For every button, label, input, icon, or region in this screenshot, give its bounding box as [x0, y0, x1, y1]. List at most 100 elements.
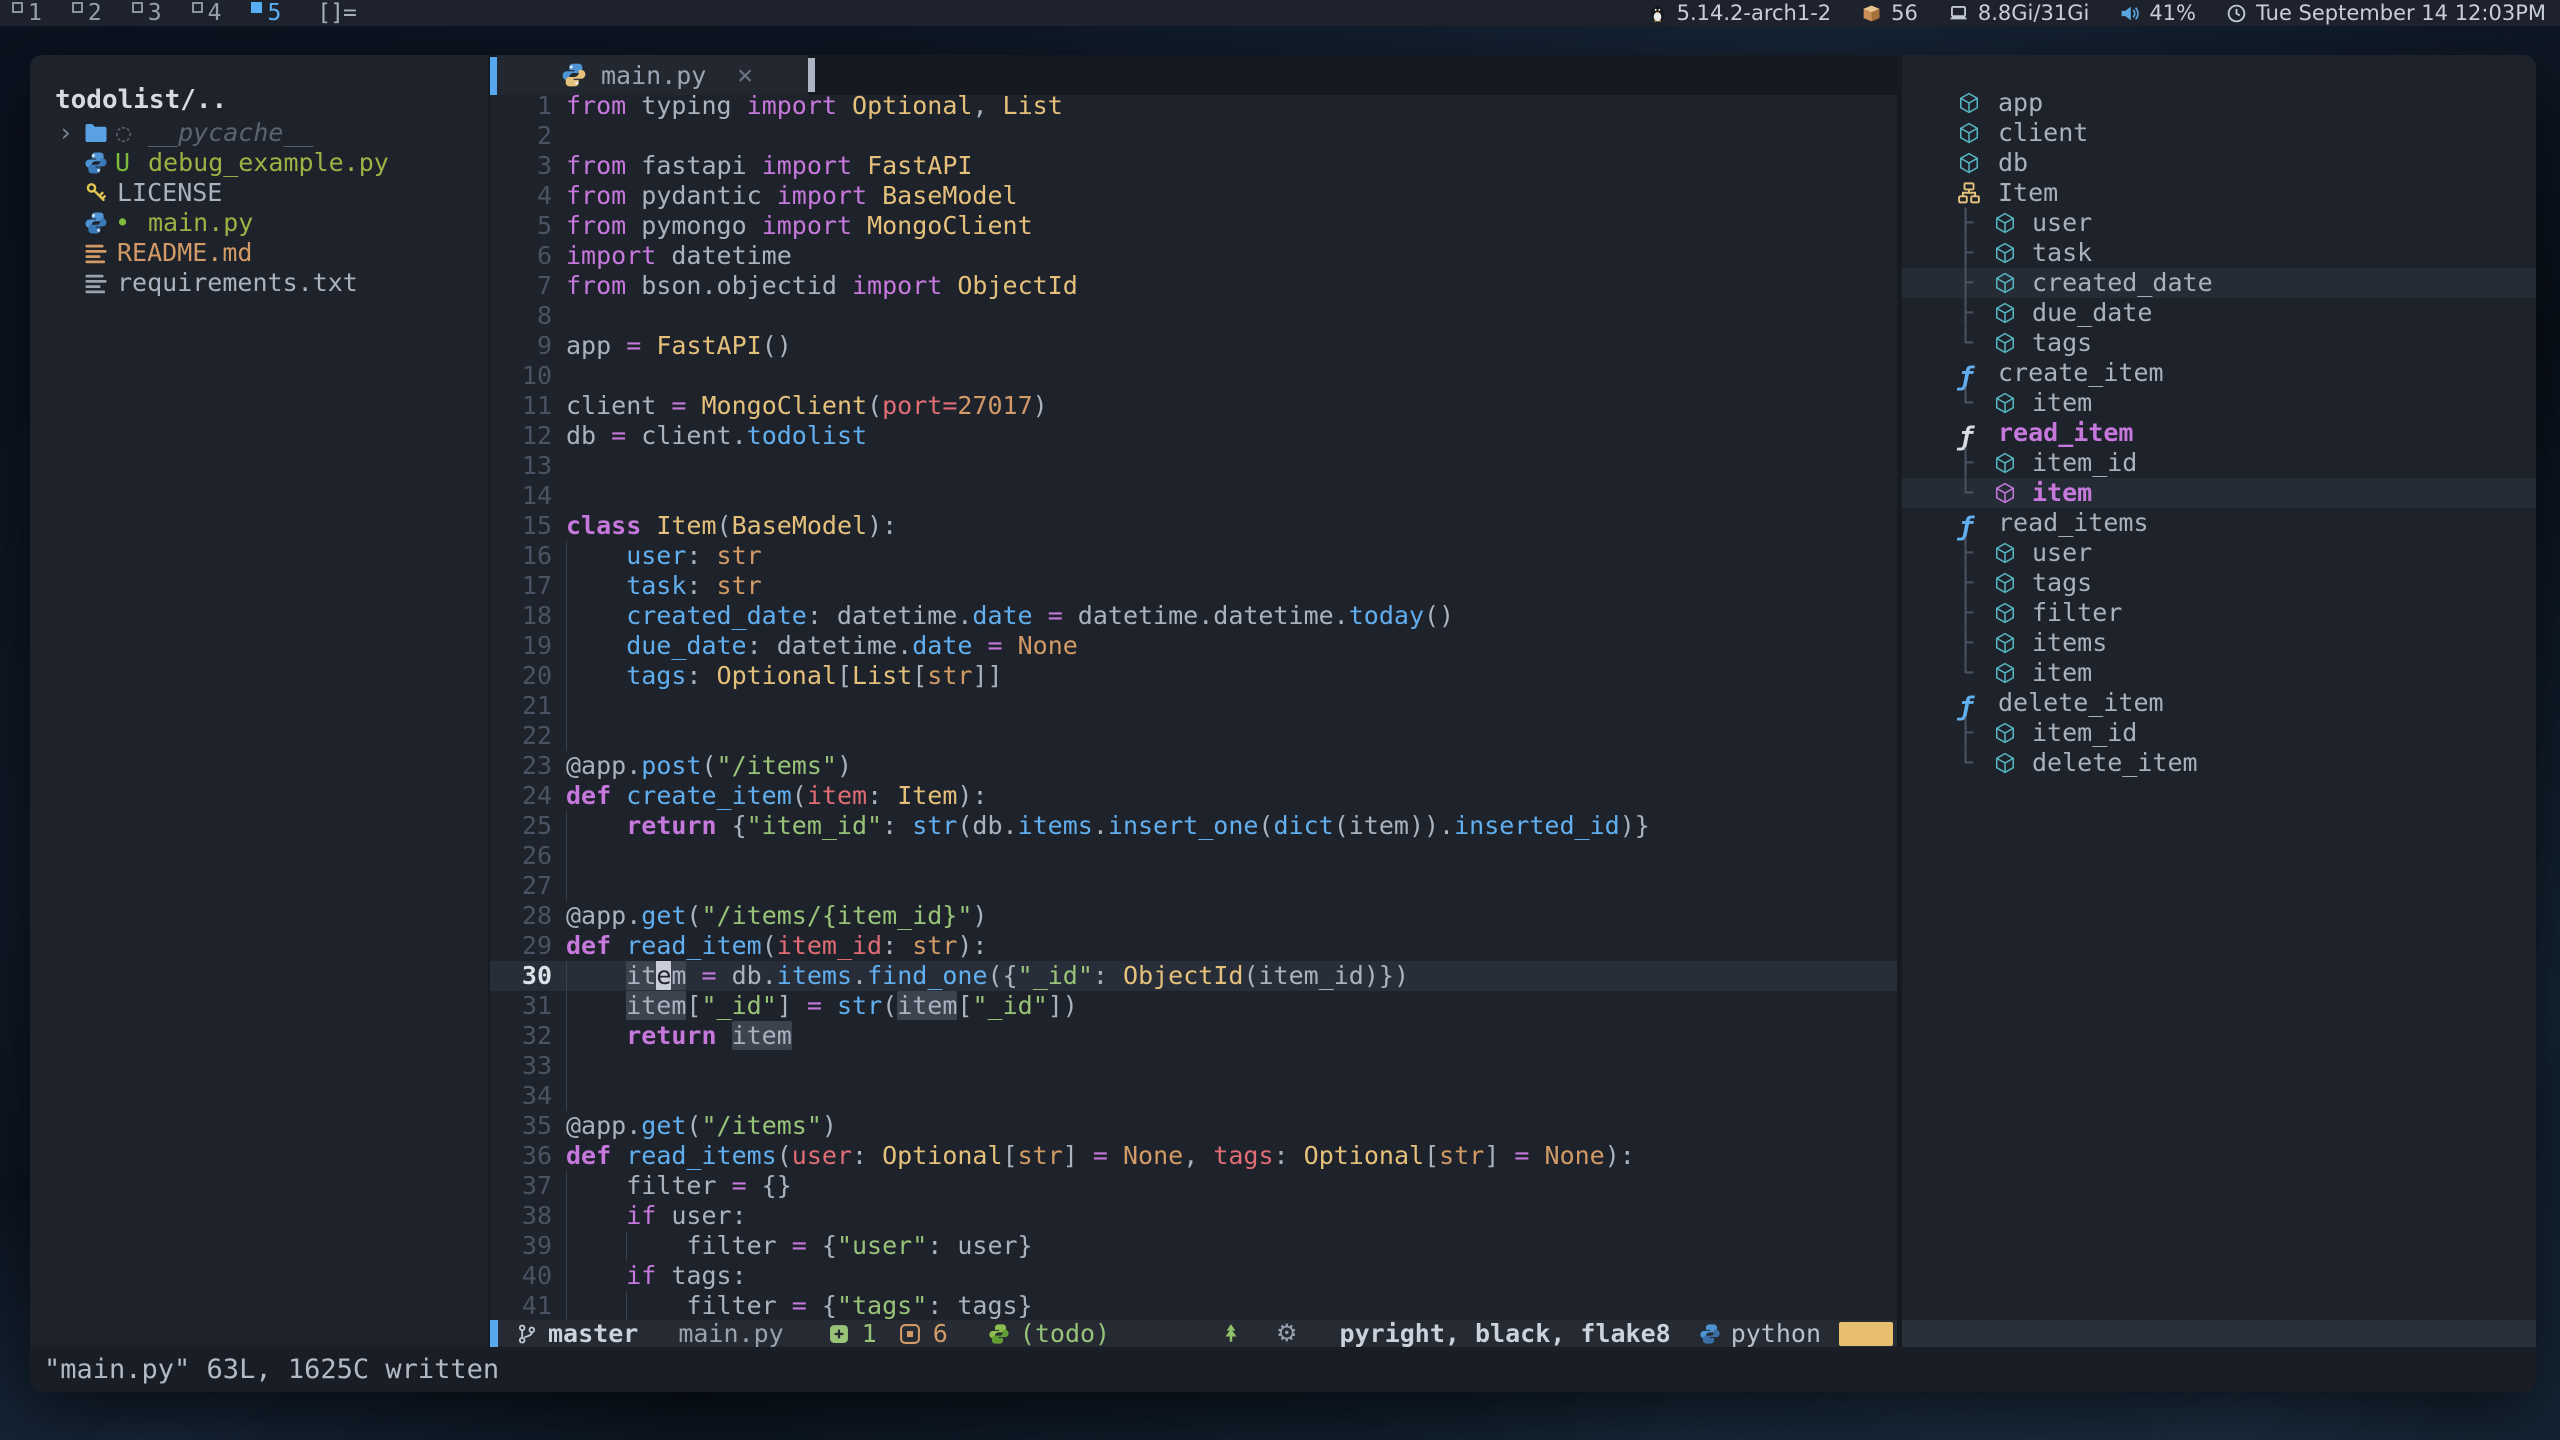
close-icon[interactable]: ×: [737, 60, 753, 91]
code-line-27[interactable]: 27: [490, 871, 1897, 901]
code-line-1[interactable]: 1from typing import Optional, List: [490, 91, 1897, 121]
symbol-item[interactable]: └item: [1902, 388, 2536, 418]
code-line-5[interactable]: 5from pymongo import MongoClient: [490, 211, 1897, 241]
code-line-26[interactable]: 26: [490, 841, 1897, 871]
code-line-8[interactable]: 8: [490, 301, 1897, 331]
tab-bar: main.py ×: [490, 55, 1897, 95]
code-line-37[interactable]: 37filter = {}: [490, 1171, 1897, 1201]
symbol-created_date[interactable]: ├created_date: [1902, 268, 2536, 298]
code-line-15[interactable]: 15class Item(BaseModel):: [490, 511, 1897, 541]
code-line-40[interactable]: 40if tags:: [490, 1261, 1897, 1291]
chevron-right-icon[interactable]: ›: [58, 118, 73, 148]
workspace-5[interactable]: 5: [251, 1, 281, 25]
code-line-11[interactable]: 11client = MongoClient(port=27017): [490, 391, 1897, 421]
variable-icon: [1958, 122, 1980, 144]
code-line-10[interactable]: 10: [490, 361, 1897, 391]
file-row--pycache-[interactable]: ›◌__pycache__: [30, 118, 488, 148]
file-row-debug-example-py[interactable]: Udebug_example.py: [30, 148, 488, 178]
code-line-16[interactable]: 16user: str: [490, 541, 1897, 571]
line-number: 27: [490, 871, 566, 901]
code-line-3[interactable]: 3from fastapi import FastAPI: [490, 151, 1897, 181]
code-line-22[interactable]: 22: [490, 721, 1897, 751]
code-line-20[interactable]: 20tags: Optional[List[str]]: [490, 661, 1897, 691]
symbol-item[interactable]: └item: [1902, 658, 2536, 688]
code-line-21[interactable]: 21: [490, 691, 1897, 721]
code-line-35[interactable]: 35@app.get("/items"): [490, 1111, 1897, 1141]
symbol-due_date[interactable]: ├due_date: [1902, 298, 2536, 328]
memory-indicator: 8.8Gi/31Gi: [1948, 1, 2089, 25]
code-line-6[interactable]: 6import datetime: [490, 241, 1897, 271]
workspace-1[interactable]: 1: [12, 1, 42, 25]
workspace-4[interactable]: 4: [192, 1, 222, 25]
symbol-create_item[interactable]: ƒcreate_item: [1902, 358, 2536, 388]
file-row-requirements-txt[interactable]: requirements.txt: [30, 268, 488, 298]
symbol-item[interactable]: └item: [1902, 478, 2536, 508]
code-line-23[interactable]: 23@app.post("/items"): [490, 751, 1897, 781]
symbol-items[interactable]: ├items: [1902, 628, 2536, 658]
code-text: user: str: [566, 541, 762, 570]
code-area[interactable]: 1from typing import Optional, List23from…: [490, 91, 1897, 1320]
lines-gray-icon: [84, 271, 108, 295]
code-text: [566, 1051, 626, 1080]
code-line-2[interactable]: 2: [490, 121, 1897, 151]
code-line-14[interactable]: 14: [490, 481, 1897, 511]
code-line-31[interactable]: 31item["_id"] = str(item["_id"]): [490, 991, 1897, 1021]
line-number: 22: [490, 721, 566, 751]
file-row-license[interactable]: LICENSE: [30, 178, 488, 208]
workspace-2[interactable]: 2: [72, 1, 102, 25]
project-root-label[interactable]: todolist/..: [55, 85, 227, 115]
symbol-read_items[interactable]: ƒread_items: [1902, 508, 2536, 538]
symbol-item_id[interactable]: ├item_id: [1902, 718, 2536, 748]
language-label: python: [1731, 1320, 1821, 1347]
symbol-filter[interactable]: ├filter: [1902, 598, 2536, 628]
code-text: [566, 841, 626, 870]
symbol-app[interactable]: app: [1902, 88, 2536, 118]
volume-indicator: 41%: [2119, 1, 2196, 25]
code-line-9[interactable]: 9app = FastAPI(): [490, 331, 1897, 361]
layout-indicator-icon[interactable]: []=: [317, 0, 356, 26]
symbol-delete_item[interactable]: ƒdelete_item: [1902, 688, 2536, 718]
code-line-36[interactable]: 36def read_items(user: Optional[str] = N…: [490, 1141, 1897, 1171]
code-line-30[interactable]: 30item = db.items.find_one({"_id": Objec…: [490, 961, 1897, 991]
code-line-41[interactable]: 41filter = {"tags": tags}: [490, 1291, 1897, 1320]
code-line-17[interactable]: 17task: str: [490, 571, 1897, 601]
code-line-33[interactable]: 33: [490, 1051, 1897, 1081]
symbol-tags[interactable]: ├tags: [1902, 568, 2536, 598]
workspace-square-icon: [12, 2, 23, 13]
symbol-tags[interactable]: └tags: [1902, 328, 2536, 358]
symbol-delete_item[interactable]: └delete_item: [1902, 748, 2536, 778]
code-line-12[interactable]: 12db = client.todolist: [490, 421, 1897, 451]
code-line-7[interactable]: 7from bson.objectid import ObjectId: [490, 271, 1897, 301]
code-line-32[interactable]: 32return item: [490, 1021, 1897, 1051]
symbol-task[interactable]: ├task: [1902, 238, 2536, 268]
indent-guide: [566, 1081, 626, 1111]
symbol-db[interactable]: db: [1902, 148, 2536, 178]
symbol-user[interactable]: ├user: [1902, 208, 2536, 238]
file-row-readme-md[interactable]: README.md: [30, 238, 488, 268]
code-line-4[interactable]: 4from pydantic import BaseModel: [490, 181, 1897, 211]
code-line-38[interactable]: 38if user:: [490, 1201, 1897, 1231]
symbol-user[interactable]: ├user: [1902, 538, 2536, 568]
symbol-item_id[interactable]: ├item_id: [1902, 448, 2536, 478]
symbol-client[interactable]: client: [1902, 118, 2536, 148]
code-line-19[interactable]: 19due_date: datetime.date = None: [490, 631, 1897, 661]
workspace-3[interactable]: 3: [132, 1, 162, 25]
code-text: due_date: datetime.date = None: [566, 631, 1078, 660]
code-text: [566, 871, 626, 900]
code-line-24[interactable]: 24def create_item(item: Item):: [490, 781, 1897, 811]
code-line-29[interactable]: 29def read_item(item_id: str):: [490, 931, 1897, 961]
file-row-main-py[interactable]: •main.py: [30, 208, 488, 238]
code-line-13[interactable]: 13: [490, 451, 1897, 481]
code-line-28[interactable]: 28@app.get("/items/{item_id}"): [490, 901, 1897, 931]
git-branch-label[interactable]: master: [548, 1320, 638, 1347]
code-line-25[interactable]: 25return {"item_id": str(db.items.insert…: [490, 811, 1897, 841]
code-line-39[interactable]: 39filter = {"user": user}: [490, 1231, 1897, 1261]
code-line-18[interactable]: 18created_date: datetime.date = datetime…: [490, 601, 1897, 631]
symbol-label: item_id: [2032, 448, 2137, 478]
indent-guide: [566, 1291, 626, 1320]
symbol-read_item[interactable]: ƒread_item: [1902, 418, 2536, 448]
tab-main-py[interactable]: main.py ×: [497, 55, 808, 95]
symbol-Item[interactable]: Item: [1902, 178, 2536, 208]
code-line-34[interactable]: 34: [490, 1081, 1897, 1111]
variable-icon: [1994, 602, 2016, 624]
